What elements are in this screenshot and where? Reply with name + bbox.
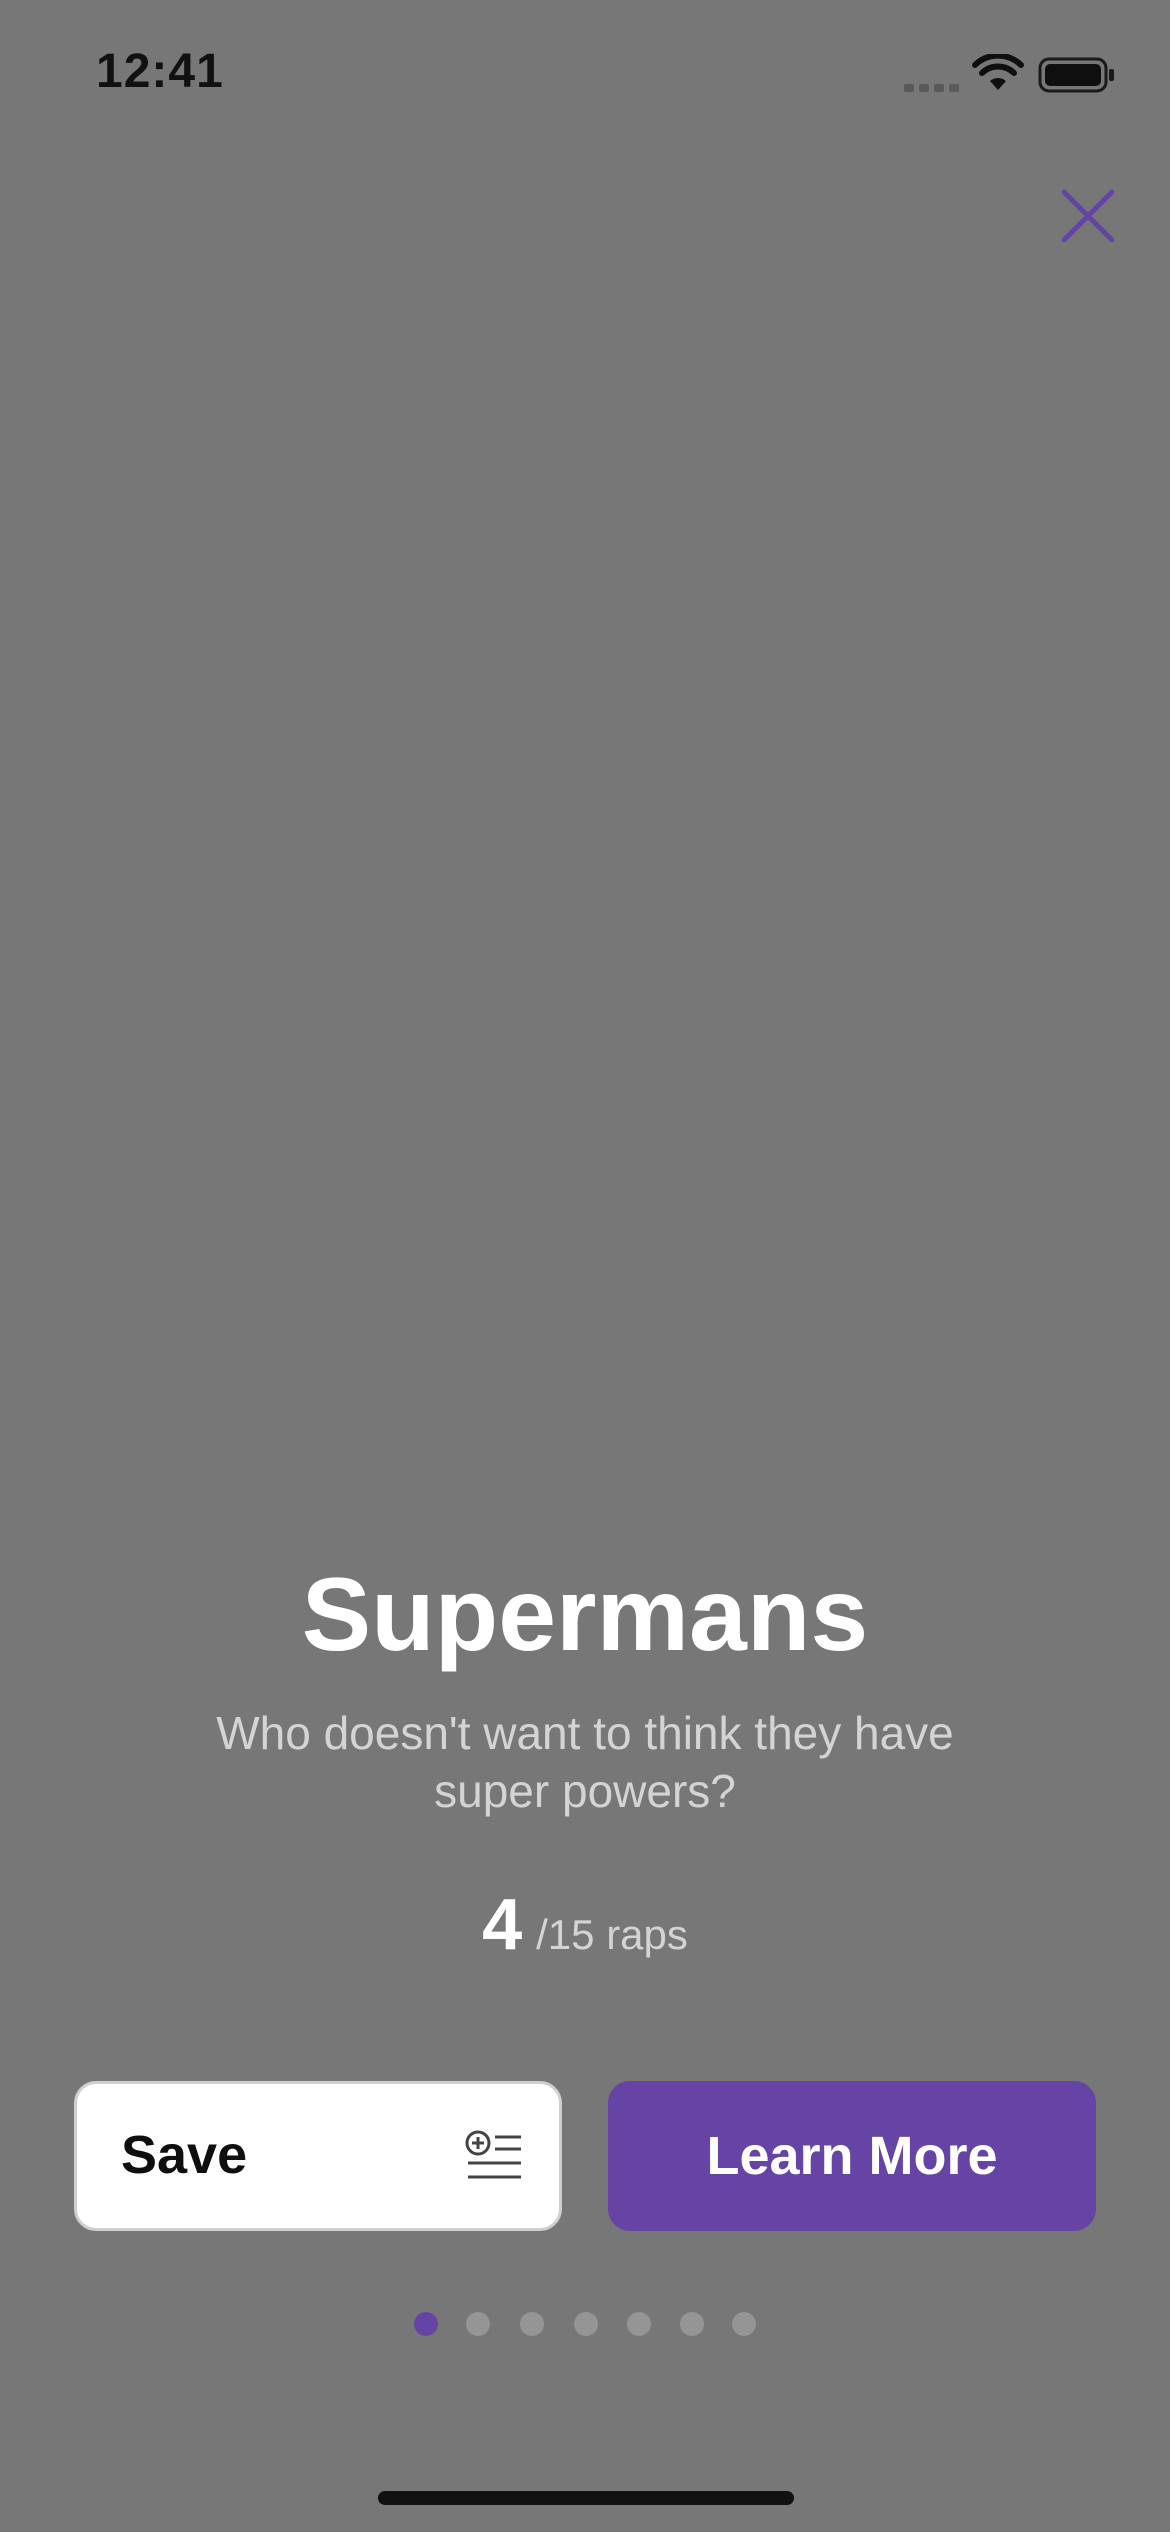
card-subtitle: Who doesn't want to think they have supe… (216, 1707, 954, 1817)
save-button-label: Save (121, 2125, 248, 2185)
rap-count-value: 4 (482, 1885, 523, 1965)
page-indicator (0, 2312, 1170, 2338)
page-dot[interactable] (732, 2312, 756, 2336)
status-time: 12:41 (96, 45, 224, 98)
page-dot[interactable] (680, 2312, 704, 2336)
cellular-signal-icon (904, 84, 959, 92)
card-title: Supermans (301, 1557, 869, 1673)
card-content: Supermans Who doesn't want to think they… (0, 1540, 1170, 1974)
close-button[interactable] (1048, 176, 1128, 256)
page-dot[interactable] (414, 2312, 438, 2336)
save-button[interactable]: Save (74, 2081, 562, 2231)
wifi-icon (972, 54, 1024, 90)
status-bar: 12:41 (0, 0, 1170, 150)
page-dot[interactable] (627, 2312, 651, 2336)
rap-count: 4/15 raps (0, 1884, 1170, 1974)
page-dot[interactable] (520, 2312, 544, 2336)
home-indicator[interactable] (378, 2491, 794, 2505)
page-dot[interactable] (574, 2312, 598, 2336)
learn-more-button-label: Learn More (706, 2126, 998, 2186)
battery-icon (1038, 57, 1114, 93)
rap-count-suffix: /15 raps (536, 1911, 688, 1958)
learn-more-button[interactable]: Learn More (608, 2081, 1096, 2231)
page-dot[interactable] (466, 2312, 490, 2336)
list-add-icon (465, 2130, 521, 2179)
